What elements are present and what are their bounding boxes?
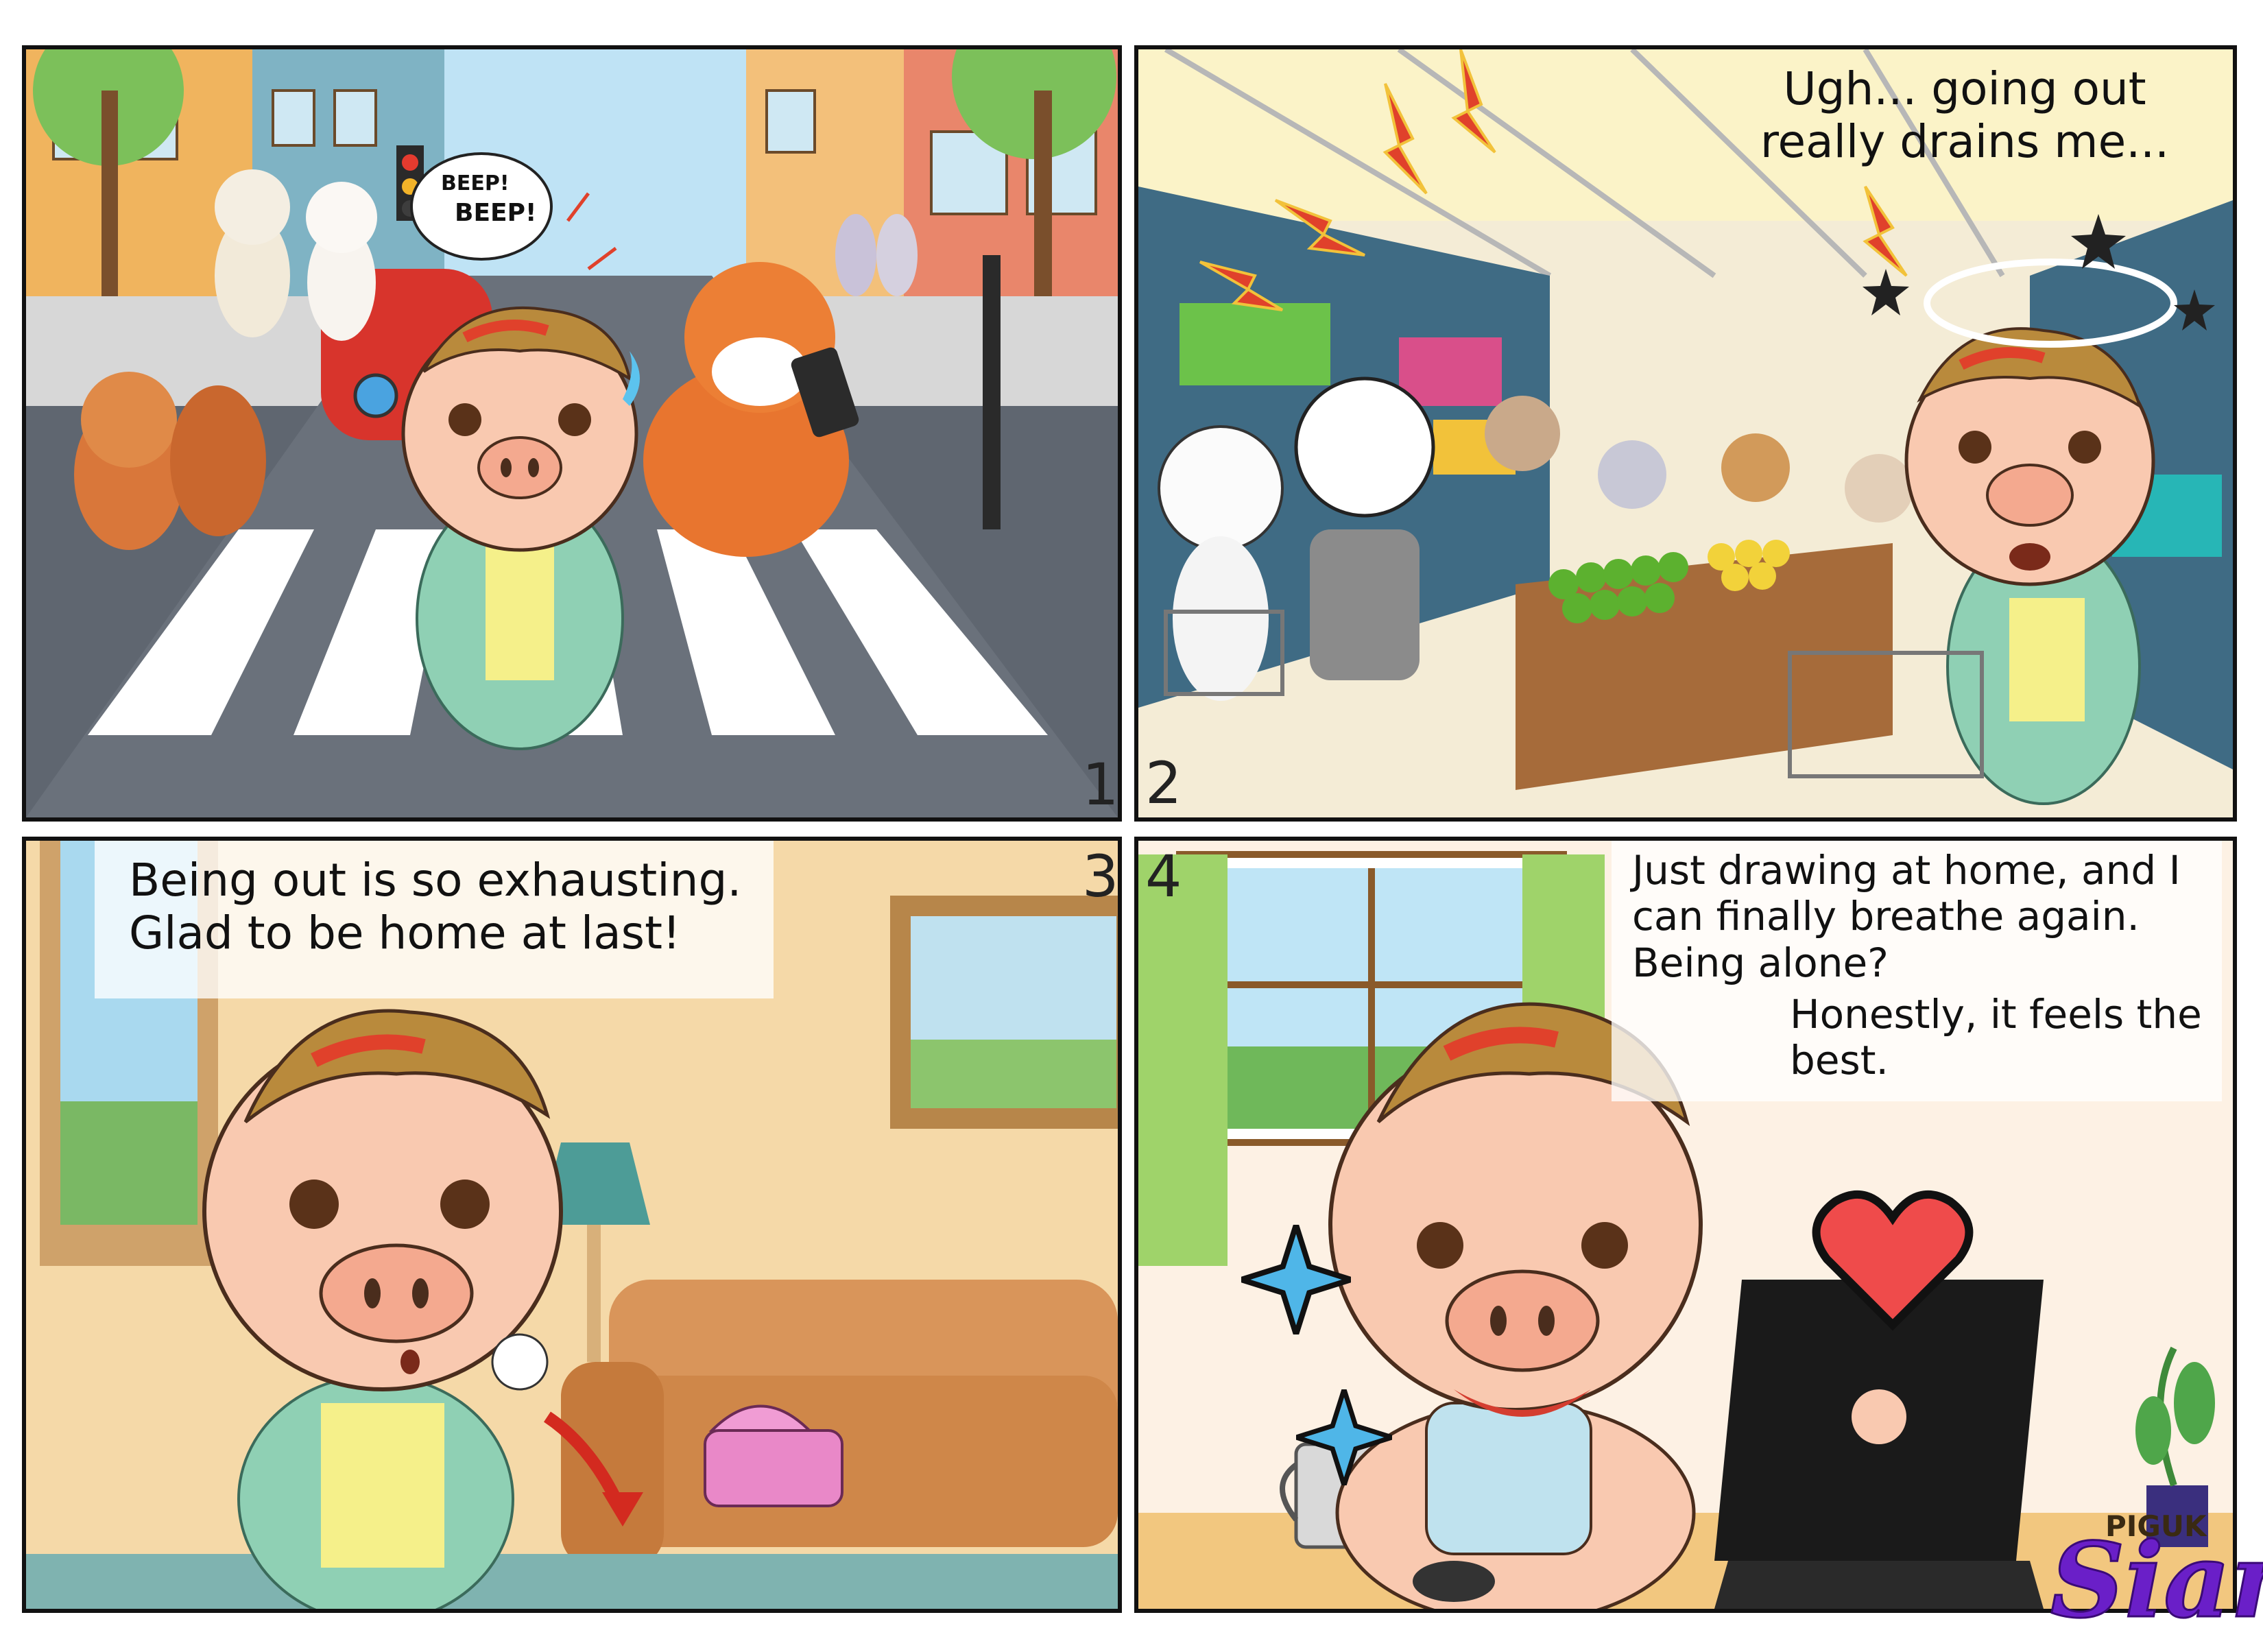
sparkle-icon-small (1296, 1389, 1392, 1485)
panel-4-caption-line2: Honestly, it feels the best. (1790, 991, 2202, 1084)
panel-number-3: 3 (1082, 843, 1119, 910)
beep-text-2: BEEP! (455, 199, 537, 227)
beep-text-1: BEEP! (441, 171, 510, 195)
panel-1-street: BEEP! BEEP! 1 (22, 45, 1122, 822)
panel-number-2: 2 (1145, 750, 1182, 817)
panel-3-living-room: Being out is so exhausting. Glad to be h… (22, 837, 1122, 1613)
panel-4-home-drawing: Just drawing at home, and I can finally … (1134, 837, 2237, 1613)
panel-4-caption-line1: Just drawing at home, and I can finally … (1632, 847, 2181, 986)
panel-2-caption: Ugh... going out really drains me... (1760, 62, 2170, 168)
panel-3-caption: Being out is so exhausting. Glad to be h… (129, 854, 742, 959)
panel-2-supermarket: Ugh... going out really drains me... 2 (1134, 45, 2237, 822)
panel-number-4: 4 (1145, 843, 1182, 910)
sparkle-icon (1241, 1225, 1351, 1334)
panel-number-1: 1 (1082, 751, 1119, 818)
street-scene-illustration (26, 49, 1118, 817)
heart-icon (1812, 1190, 1974, 1331)
watermark-signature: Sian (2050, 1520, 2263, 1641)
